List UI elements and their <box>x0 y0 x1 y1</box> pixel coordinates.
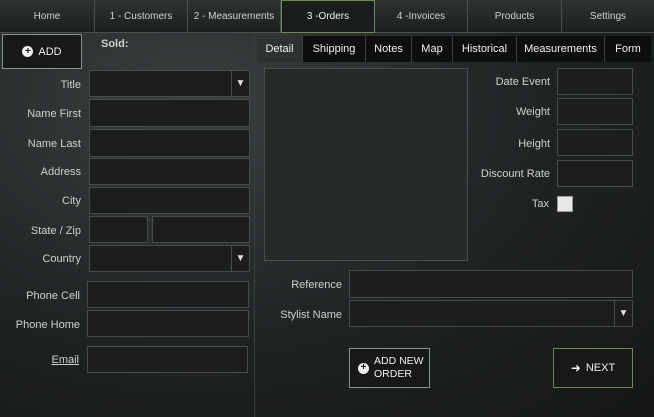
nav-tab-measurements[interactable]: 2 - Measurements <box>188 0 281 33</box>
next-button[interactable]: ➜ NEXT <box>553 348 633 388</box>
nav-tab-settings[interactable]: Settings <box>562 0 654 33</box>
state-input[interactable] <box>89 216 148 243</box>
zip-input[interactable] <box>152 216 250 243</box>
tax-checkbox[interactable] <box>557 196 573 212</box>
triangle-down-icon: ▼ <box>614 301 632 326</box>
name-last-input[interactable] <box>89 129 250 157</box>
next-button-label: NEXT <box>585 362 616 374</box>
height-label: Height <box>518 138 550 150</box>
title-label: Title <box>60 79 81 91</box>
arrow-right-icon: ➜ <box>570 361 581 375</box>
height-input[interactable] <box>557 129 633 156</box>
tab-notes[interactable]: Notes <box>366 36 412 62</box>
name-first-input[interactable] <box>89 99 250 127</box>
date-event-input[interactable] <box>557 68 633 95</box>
title-select[interactable]: ▼ <box>89 70 250 97</box>
phone-cell-label: Phone Cell <box>26 290 80 302</box>
tab-form[interactable]: Form <box>605 36 651 62</box>
phone-home-label: Phone Home <box>15 319 80 331</box>
add-new-order-button[interactable]: + ADD NEW ORDER <box>349 348 430 388</box>
top-nav: Home 1 - Customers 2 - Measurements 3 -O… <box>0 0 654 33</box>
tab-historical[interactable]: Historical <box>453 36 517 62</box>
address-label: Address <box>40 166 81 178</box>
tab-map[interactable]: Map <box>412 36 453 62</box>
add-button[interactable]: + ADD <box>2 34 82 69</box>
state-zip-label: State / Zip <box>30 225 81 237</box>
stylist-name-select[interactable]: ▼ <box>349 300 633 327</box>
stylist-name-label: Stylist Name <box>280 309 342 321</box>
detail-preview-panel <box>264 68 468 261</box>
triangle-down-icon: ▼ <box>231 71 249 96</box>
name-last-label: Name Last <box>27 138 81 150</box>
address-input[interactable] <box>89 158 250 185</box>
date-event-label: Date Event <box>495 76 550 88</box>
city-label: City <box>62 195 81 207</box>
country-select[interactable]: ▼ <box>89 245 250 272</box>
nav-tab-products[interactable]: Products <box>468 0 562 33</box>
phone-home-input[interactable] <box>87 310 249 337</box>
add-button-label: ADD <box>38 45 62 58</box>
panel-divider <box>254 34 255 417</box>
detail-tabs: Detail Shipping Notes Map Historical Mea… <box>257 36 651 62</box>
tab-detail[interactable]: Detail <box>257 36 303 62</box>
sold-label: Sold: <box>101 38 129 50</box>
tax-label: Tax <box>531 198 549 210</box>
plus-circle-icon: + <box>358 362 369 374</box>
add-new-order-label-line2: ORDER <box>374 368 412 380</box>
add-new-order-label: ADD NEW ORDER <box>374 355 424 381</box>
email-link[interactable]: Email <box>51 354 79 366</box>
triangle-down-icon: ▼ <box>231 246 249 271</box>
phone-cell-input[interactable] <box>87 281 249 308</box>
plus-circle-icon: + <box>22 46 34 57</box>
nav-tab-invoices[interactable]: 4 -Invoices <box>375 0 468 33</box>
tab-measurements[interactable]: Measurements <box>517 36 605 62</box>
tab-shipping[interactable]: Shipping <box>303 36 366 62</box>
reference-input[interactable] <box>349 270 633 298</box>
reference-label: Reference <box>291 279 342 291</box>
nav-tab-orders[interactable]: 3 -Orders <box>281 0 375 33</box>
weight-label: Weight <box>515 106 550 118</box>
name-first-label: Name First <box>27 108 81 120</box>
city-input[interactable] <box>89 187 250 214</box>
weight-input[interactable] <box>557 98 633 125</box>
nav-tab-customers[interactable]: 1 - Customers <box>95 0 188 33</box>
discount-rate-label: Discount Rate <box>480 168 550 180</box>
country-label: Country <box>42 253 81 265</box>
nav-tab-home[interactable]: Home <box>0 0 95 33</box>
add-new-order-label-line1: ADD NEW <box>374 355 424 367</box>
discount-rate-input[interactable] <box>557 160 633 187</box>
email-input[interactable] <box>87 346 248 373</box>
